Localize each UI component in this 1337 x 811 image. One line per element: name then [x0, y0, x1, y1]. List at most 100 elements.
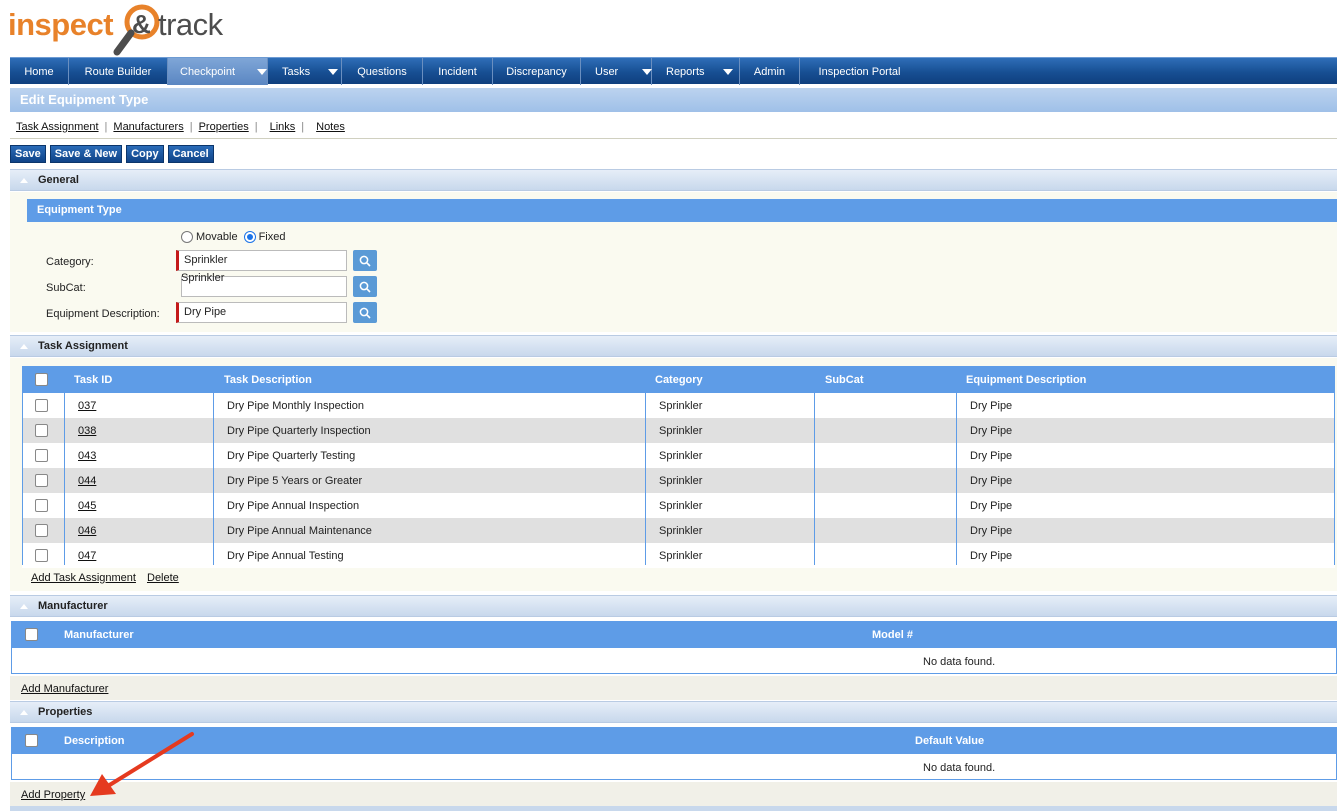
subcat-label: SubCat:: [46, 282, 86, 294]
nav-checkpoint-label: Checkpoint: [180, 65, 236, 78]
row-checkbox[interactable]: [35, 499, 48, 512]
nav-incident[interactable]: Incident: [423, 58, 493, 85]
task-equipment-description: Dry Pipe: [970, 450, 1013, 462]
row-checkbox[interactable]: [35, 524, 48, 537]
task-id-link[interactable]: 043: [78, 450, 96, 462]
grid-border: [64, 393, 65, 565]
nav-reports[interactable]: Reports: [652, 58, 740, 85]
nav-route-builder[interactable]: Route Builder: [69, 58, 168, 85]
link-task-assignment[interactable]: Task Assignment: [16, 121, 99, 133]
row-checkbox[interactable]: [35, 449, 48, 462]
separator: |: [301, 121, 305, 133]
collapse-icon[interactable]: [20, 604, 28, 609]
link-links[interactable]: Links: [270, 121, 296, 133]
task-category: Sprinkler: [659, 425, 703, 437]
row-checkbox[interactable]: [35, 549, 48, 562]
category-label: Category:: [46, 256, 94, 268]
select-all-checkbox[interactable]: [25, 734, 38, 747]
collapse-icon[interactable]: [20, 178, 28, 183]
copy-button[interactable]: Copy: [126, 145, 164, 163]
cancel-button[interactable]: Cancel: [167, 145, 214, 163]
column-model-number[interactable]: Model #: [872, 629, 913, 641]
nav-home[interactable]: Home: [10, 58, 69, 85]
task-id-link[interactable]: 037: [78, 400, 96, 412]
link-manufacturers[interactable]: Manufacturers: [113, 121, 183, 133]
nav-user[interactable]: User: [581, 58, 653, 85]
equipment-description-field[interactable]: Dry Pipe: [176, 302, 347, 323]
column-task-description[interactable]: Task Description: [224, 374, 312, 386]
nav-inspection-portal[interactable]: Inspection Portal: [800, 58, 919, 85]
chevron-down-icon[interactable]: [257, 68, 268, 75]
column-subcat[interactable]: SubCat: [825, 374, 864, 386]
equipment-description-search-button[interactable]: [353, 302, 377, 323]
separator: |: [189, 121, 193, 133]
row-checkbox[interactable]: [35, 424, 48, 437]
nav-tasks[interactable]: Tasks: [268, 58, 342, 85]
collapse-icon[interactable]: [20, 344, 28, 349]
nav-user-label: User: [595, 65, 619, 78]
nav-discrepancy-label: Discrepancy: [506, 65, 567, 78]
task-category: Sprinkler: [659, 475, 703, 487]
select-all-checkbox[interactable]: [35, 373, 48, 386]
mobility-radio-group: Movable Fixed: [181, 231, 285, 243]
section-header-properties[interactable]: Properties: [10, 701, 1337, 723]
nav-checkpoint[interactable]: Checkpoint: [168, 58, 268, 85]
task-category: Sprinkler: [659, 500, 703, 512]
save-button[interactable]: Save: [10, 145, 46, 163]
task-equipment-description: Dry Pipe: [970, 425, 1013, 437]
nav-discrepancy[interactable]: Discrepancy: [493, 58, 581, 85]
equipment-description-label: Equipment Description:: [46, 308, 160, 320]
section-header-manufacturer[interactable]: Manufacturer: [10, 595, 1337, 617]
empty-message: No data found.: [923, 656, 996, 668]
section-title: Task Assignment: [38, 340, 128, 352]
task-description: Dry Pipe Annual Inspection: [227, 500, 360, 512]
chevron-down-icon[interactable]: [642, 68, 653, 75]
subcat-autocomplete-suggestion[interactable]: Sprinkler: [181, 272, 224, 284]
task-category: Sprinkler: [659, 450, 703, 462]
collapse-icon[interactable]: [20, 710, 28, 715]
radio-movable[interactable]: [181, 231, 193, 243]
nav-questions[interactable]: Questions: [342, 58, 423, 85]
section-header-task-assignment[interactable]: Task Assignment: [10, 335, 1337, 357]
manufacturer-empty-row: No data found.: [11, 648, 1337, 674]
section-header-general[interactable]: General: [10, 169, 1337, 191]
task-id-link[interactable]: 047: [78, 550, 96, 562]
add-task-assignment-link[interactable]: Add Task Assignment: [31, 572, 136, 584]
select-all-checkbox[interactable]: [25, 628, 38, 641]
logo-word-track: track: [158, 7, 223, 42]
column-equipment-description[interactable]: Equipment Description: [966, 374, 1086, 386]
grid-border: [1334, 393, 1335, 565]
section-title: Manufacturer: [38, 600, 108, 612]
row-checkbox[interactable]: [35, 399, 48, 412]
add-property-link[interactable]: Add Property: [21, 789, 85, 801]
equipment-type-header: Equipment Type: [27, 199, 1337, 222]
table-row: 043 Dry Pipe Quarterly Testing Sprinkler Dr…: [22, 443, 1335, 468]
column-manufacturer[interactable]: Manufacturer: [64, 629, 134, 641]
category-search-button[interactable]: [353, 250, 377, 271]
radio-fixed[interactable]: [243, 231, 256, 243]
grid-border: [645, 393, 646, 565]
delete-task-link[interactable]: Delete: [147, 572, 179, 584]
task-description: Dry Pipe Quarterly Testing: [227, 450, 356, 462]
task-id-link[interactable]: 044: [78, 475, 96, 487]
search-icon: [359, 281, 371, 293]
row-checkbox[interactable]: [35, 474, 48, 487]
task-id-link[interactable]: 045: [78, 500, 96, 512]
task-equipment-description: Dry Pipe: [970, 500, 1013, 512]
link-notes[interactable]: Notes: [316, 121, 345, 133]
save-and-new-button[interactable]: Save & New: [49, 145, 123, 163]
link-properties[interactable]: Properties: [199, 121, 249, 133]
chevron-down-icon[interactable]: [722, 68, 733, 75]
task-category: Sprinkler: [659, 525, 703, 537]
column-default-value[interactable]: Default Value: [915, 735, 984, 747]
category-field[interactable]: Sprinkler: [176, 250, 347, 271]
task-id-link[interactable]: 046: [78, 525, 96, 537]
add-manufacturer-link[interactable]: Add Manufacturer: [21, 683, 108, 695]
column-task-id[interactable]: Task ID: [74, 374, 112, 386]
task-description: Dry Pipe Annual Maintenance: [227, 525, 372, 537]
column-category[interactable]: Category: [655, 374, 703, 386]
nav-admin[interactable]: Admin: [740, 58, 800, 85]
task-id-link[interactable]: 038: [78, 425, 96, 437]
chevron-down-icon[interactable]: [328, 68, 339, 75]
subcat-search-button[interactable]: [353, 276, 377, 297]
